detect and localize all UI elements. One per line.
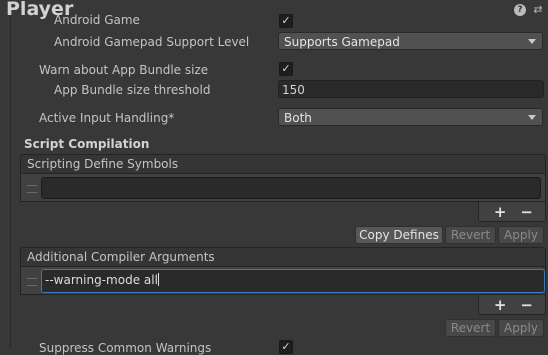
add-icon[interactable]: + [494,204,507,220]
compiler-arg-text: --warning-mode all [45,273,158,287]
compiler-args-list: --warning-mode all [20,267,546,295]
text-caret [157,273,159,286]
suppress-warnings-toggle[interactable]: ✓ [279,340,293,354]
define-symbol-input[interactable] [41,177,541,199]
presets-icon[interactable]: ⇄ [532,4,544,16]
android-game-label: Android Game [54,13,140,27]
define-revert-button[interactable]: Revert [445,226,496,244]
drag-handle-icon[interactable] [27,278,37,286]
bundle-threshold-input[interactable]: 150 [278,80,544,98]
android-game-toggle[interactable]: ✓ [279,14,293,28]
copy-defines-button[interactable]: Copy Defines [355,226,443,244]
add-icon[interactable]: + [494,297,507,313]
inspector-indent-line [10,0,11,348]
gamepad-support-value: Supports Gamepad [284,35,400,49]
gamepad-support-label: Android Gamepad Support Level [54,35,250,49]
bundle-threshold-label: App Bundle size threshold [54,83,211,97]
chevron-down-icon [528,115,536,120]
define-apply-button[interactable]: Apply [498,226,544,244]
define-symbols-footer: + − [478,202,546,222]
help-icon[interactable]: ? [514,4,526,16]
drag-handle-icon[interactable] [27,185,37,193]
chevron-down-icon [528,39,536,44]
define-symbols-header: Scripting Define Symbols [20,154,546,174]
args-revert-button[interactable]: Revert [445,319,496,337]
remove-icon[interactable]: − [520,204,533,220]
args-apply-button[interactable]: Apply [498,319,544,337]
input-handling-label: Active Input Handling* [39,111,175,125]
warn-bundle-size-toggle[interactable]: ✓ [279,62,293,76]
remove-icon[interactable]: − [520,297,533,313]
compiler-args-footer: + − [478,295,546,315]
input-handling-value: Both [284,111,312,125]
warn-bundle-size-label: Warn about App Bundle size [39,63,209,77]
script-compilation-title: Script Compilation [24,137,150,151]
define-symbols-list [20,174,546,202]
input-handling-dropdown[interactable]: Both [278,108,543,126]
compiler-args-header: Additional Compiler Arguments [20,247,546,267]
header-icons: ? ⇄ [514,4,544,16]
suppress-warnings-label: Suppress Common Warnings [39,341,212,355]
gamepad-support-dropdown[interactable]: Supports Gamepad [278,32,543,50]
compiler-arg-input[interactable]: --warning-mode all [41,269,545,293]
